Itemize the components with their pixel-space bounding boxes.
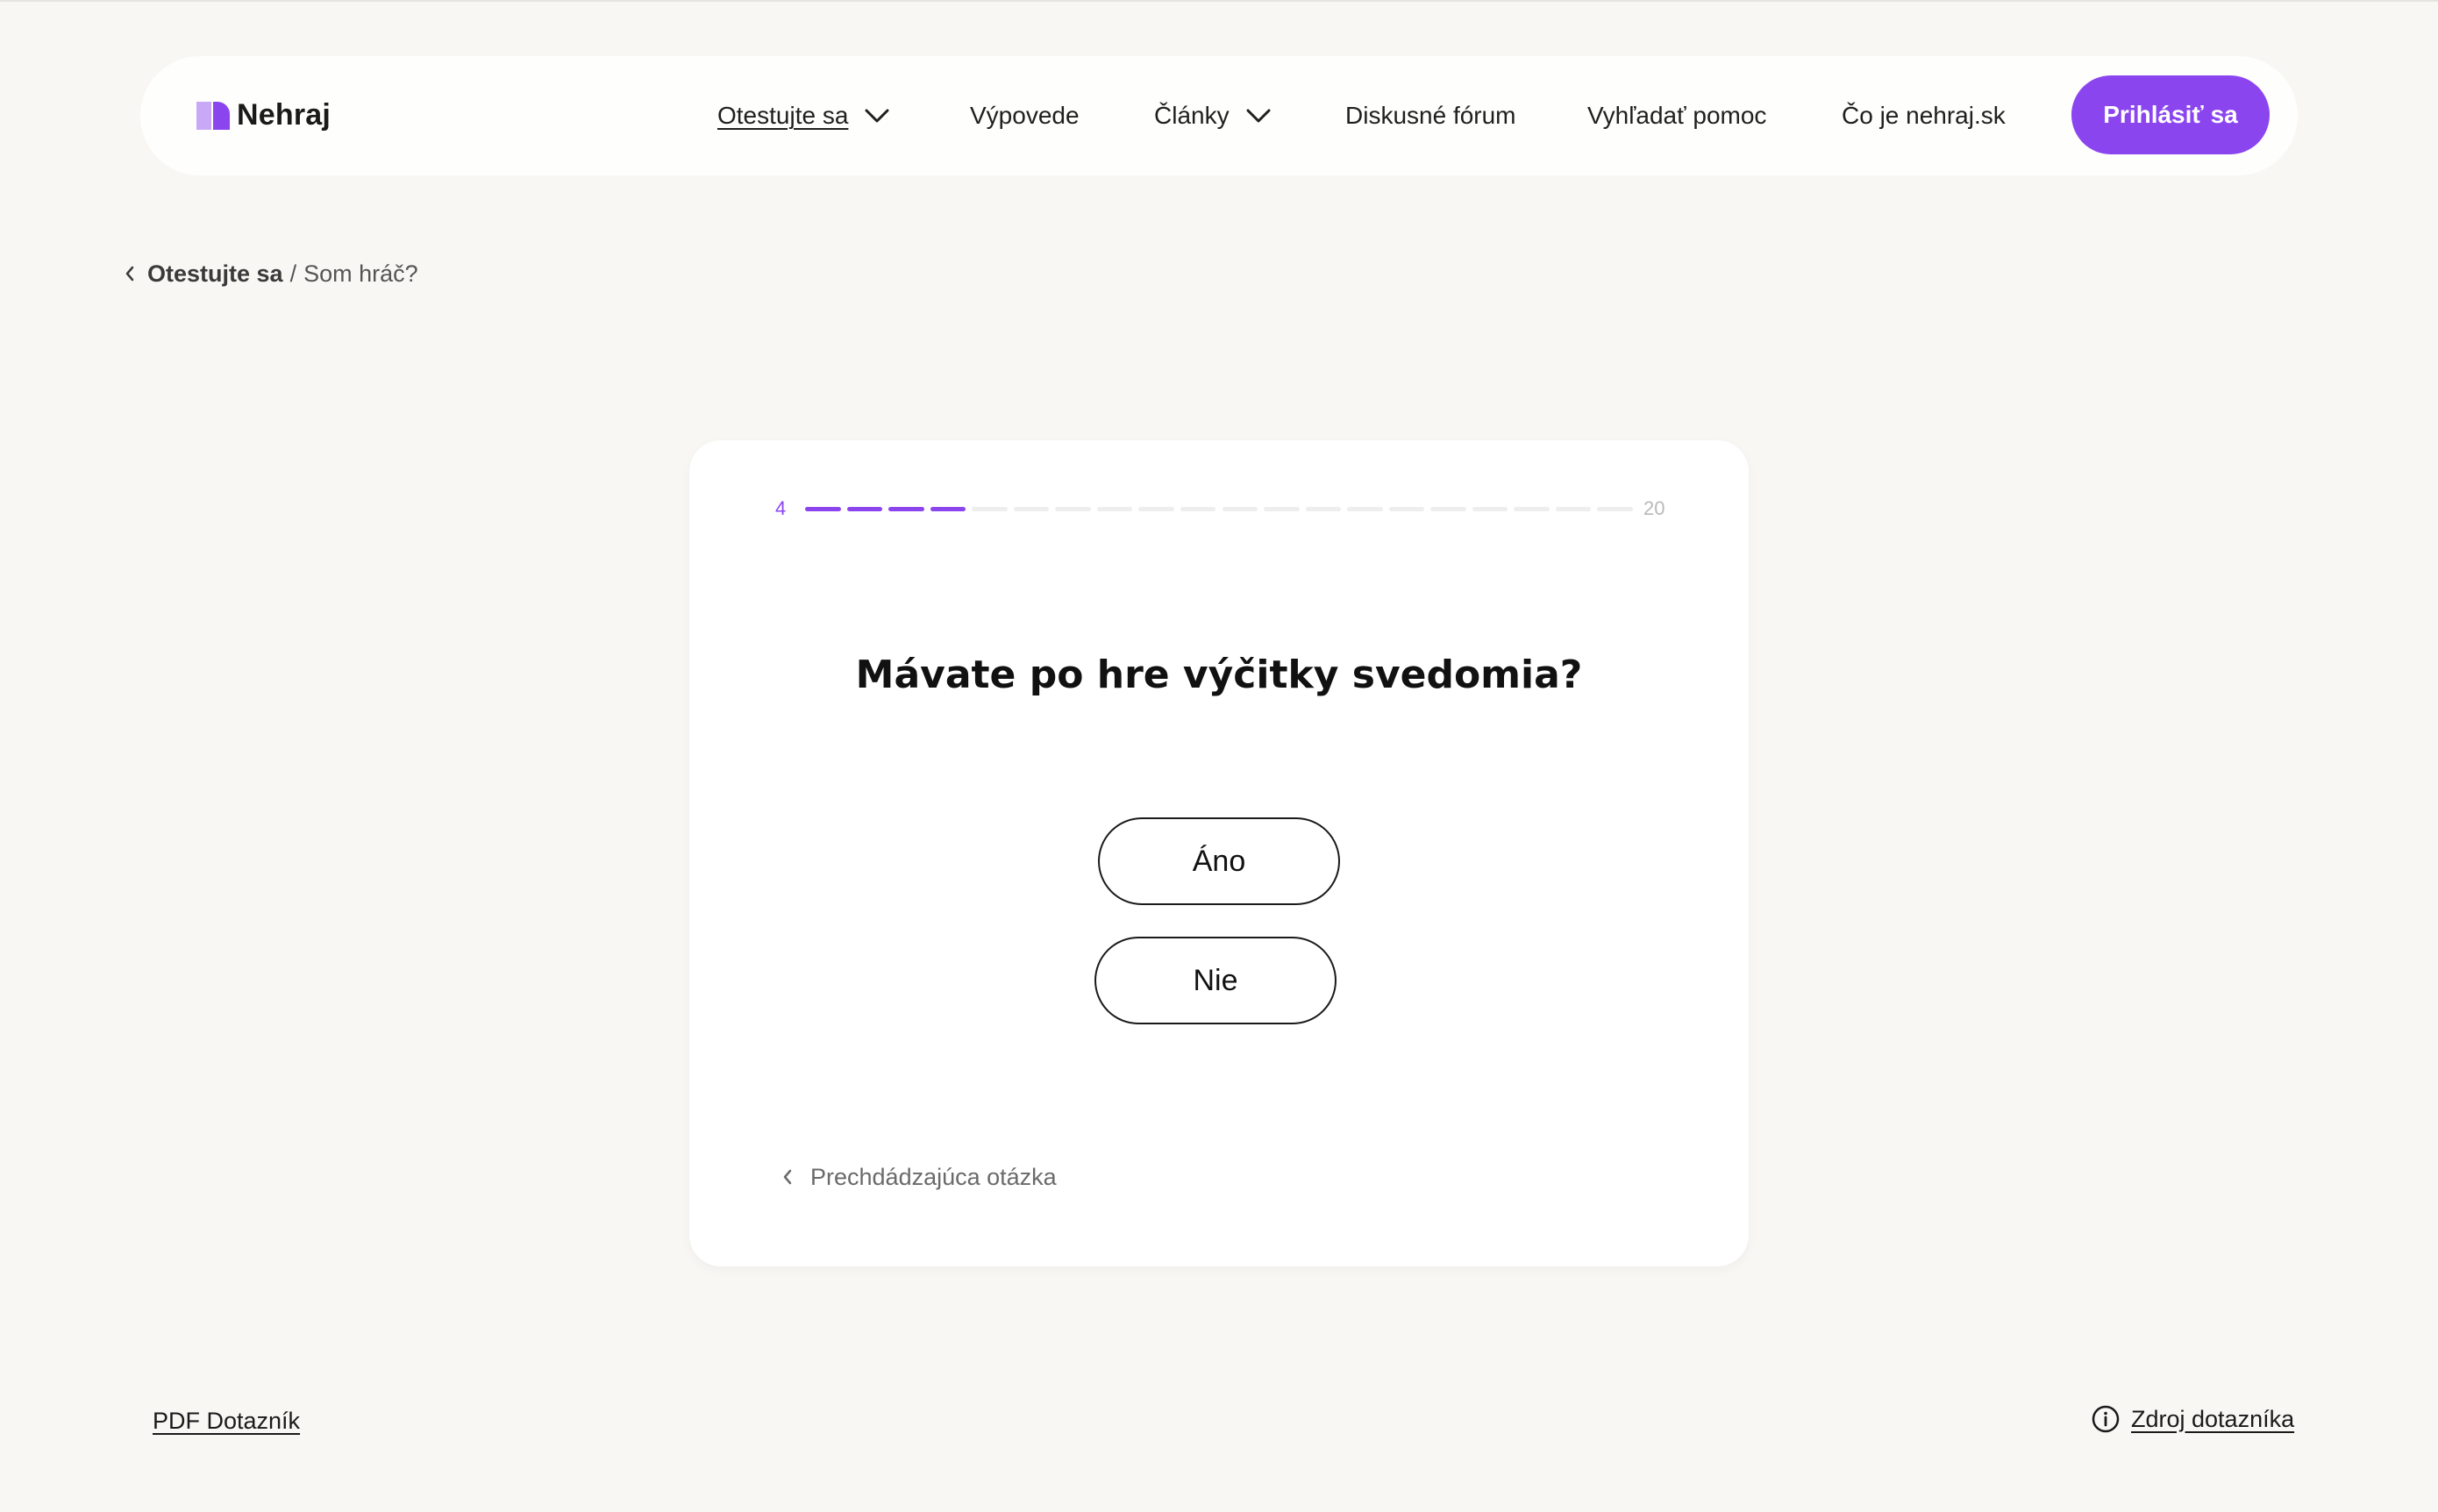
progress-segment-done (930, 507, 966, 511)
progress-segment (1430, 507, 1466, 511)
answer-no-button[interactable]: Nie (1094, 937, 1337, 1024)
breadcrumb-current: Som hráč? (303, 260, 418, 287)
progress-segment (1305, 507, 1342, 511)
nav-item-vypovede[interactable]: Výpovede (970, 98, 1080, 133)
progress-segment-done (805, 507, 841, 511)
nav-item-diskusne-forum[interactable]: Diskusné fórum (1345, 98, 1516, 133)
chevron-down-icon (865, 109, 889, 123)
progress-total: 20 (1643, 497, 1665, 519)
progress-current: 4 (775, 497, 787, 519)
breadcrumb-separator: / (289, 260, 297, 287)
chevron-down-icon (1246, 109, 1271, 123)
progress-segment (1096, 507, 1133, 511)
breadcrumb: Otestujte sa / Som hráč? (123, 256, 418, 291)
nav-item-label: Diskusné fórum (1345, 102, 1516, 129)
answer-yes-button[interactable]: Áno (1098, 817, 1340, 905)
progress-segment (1138, 507, 1174, 511)
main-nav: Otestujte sa Výpovede Články Diskusné fó… (140, 56, 2298, 175)
progress-segment-done (846, 507, 883, 511)
question-text: Mávate po hre výčitky svedomia? (855, 653, 1583, 697)
previous-question-link[interactable]: Prechdádzajúca otázka (781, 1159, 1057, 1195)
chevron-left-icon (783, 1169, 792, 1185)
progress-segment (1222, 507, 1258, 511)
progress-segment (1013, 507, 1050, 511)
questionnaire-source-link[interactable]: Zdroj dotazníka (2091, 1401, 2294, 1437)
progress-segment (1555, 507, 1592, 511)
chevron-left-icon[interactable] (123, 263, 137, 284)
source-label: Zdroj dotazníka (2131, 1405, 2295, 1432)
info-icon (2092, 1405, 2120, 1433)
progress-segment (1514, 507, 1550, 511)
top-border (0, 0, 2438, 2)
progress-segment (1264, 507, 1300, 511)
progress-segment (972, 507, 1008, 511)
nav-item-otestujte-sa[interactable]: Otestujte sa (717, 98, 890, 133)
progress-bar (805, 507, 1633, 512)
progress-segment (1388, 507, 1425, 511)
nav-item-label: Výpovede (970, 102, 1080, 129)
nav-item-label: Vyhľadať pomoc (1587, 102, 1767, 129)
nav-item-label: Otestujte sa (717, 102, 849, 129)
nav-item-label: Články (1154, 102, 1230, 129)
progress-segment-done (888, 507, 924, 511)
progress-segment (1472, 507, 1508, 511)
nav-item-label: Čo je nehraj.sk (1842, 102, 2006, 129)
breadcrumb-parent[interactable]: Otestujte sa (147, 260, 283, 288)
progress-segment (1180, 507, 1216, 511)
nav-item-vyhladat-pomoc[interactable]: Vyhľadať pomoc (1587, 98, 1766, 133)
nav-item-clanky[interactable]: Články (1154, 98, 1272, 133)
progress-segment (1597, 507, 1633, 511)
progress-segment (1055, 507, 1091, 511)
previous-question-label: Prechdádzajúca otázka (810, 1163, 1057, 1190)
login-button[interactable]: Prihlásiť sa (2071, 75, 2270, 154)
progress-segment (1347, 507, 1383, 511)
nav-item-co-je-nehraj[interactable]: Čo je nehraj.sk (1842, 98, 2006, 133)
pdf-questionnaire-link[interactable]: PDF Dotazník (153, 1403, 300, 1438)
site-header: Nehraj Otestujte sa Výpovede Články Disk… (140, 56, 2298, 175)
